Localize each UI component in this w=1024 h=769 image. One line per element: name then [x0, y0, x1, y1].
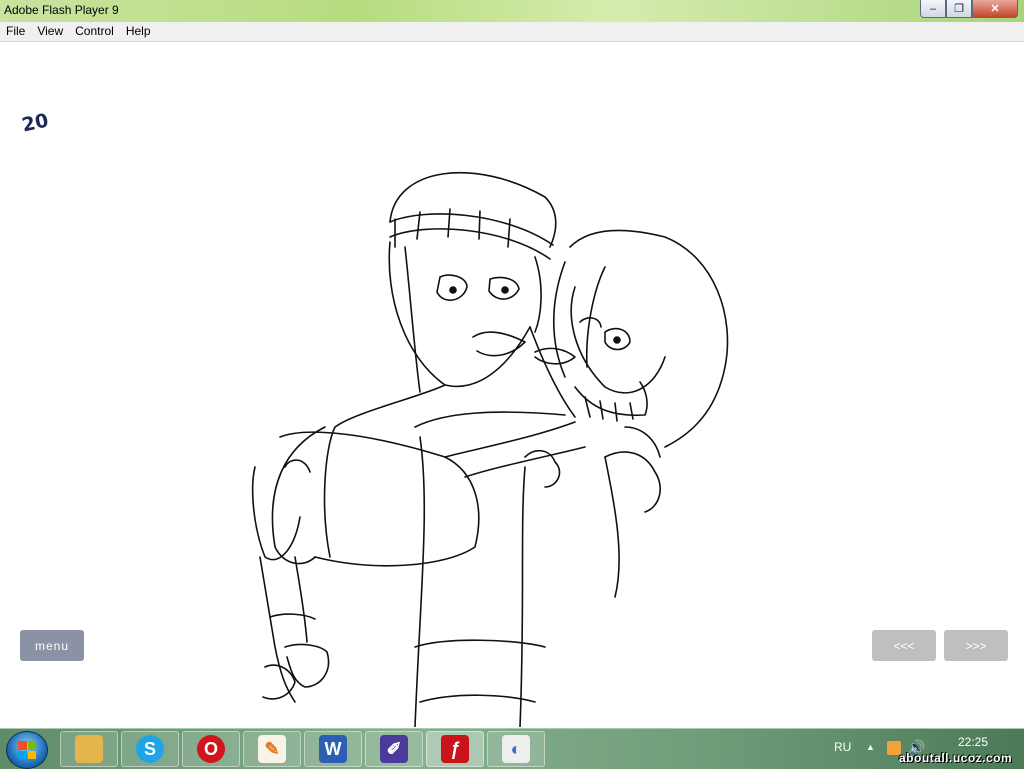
close-button[interactable]: ✕	[972, 0, 1018, 18]
menu-view[interactable]: View	[31, 22, 69, 41]
windows-logo-icon	[18, 741, 36, 759]
taskbar: S O ✎ W ✐ ƒ ◐ RU ▲ 🔊 22:25 aboutall.ucoz…	[0, 728, 1024, 769]
skype-icon: S	[136, 735, 164, 763]
previous-page-button[interactable]: <<<	[872, 630, 936, 661]
show-hidden-icons-icon[interactable]: ▲	[866, 742, 875, 752]
pen-tablet-icon: ✎	[258, 735, 286, 763]
window-controls: – ❐ ✕	[920, 0, 1018, 18]
menu-help[interactable]: Help	[120, 22, 157, 41]
flash-icon: ƒ	[441, 735, 469, 763]
window-title: Adobe Flash Player 9	[4, 3, 119, 17]
palette-icon: ◐	[502, 735, 530, 763]
taskbar-app-opera[interactable]: O	[182, 731, 240, 767]
clock[interactable]: 22:25	[958, 735, 988, 749]
watermark-text: aboutall.ucoz.com	[899, 751, 1013, 765]
menu-bar: File View Control Help	[0, 22, 1024, 42]
taskbar-app-editor[interactable]: ✐	[365, 731, 423, 767]
taskbar-app-flash-player[interactable]: ƒ	[426, 731, 484, 767]
pencil-app-icon: ✐	[380, 735, 408, 763]
start-button[interactable]	[6, 731, 48, 769]
system-tray: RU ▲ 🔊 22:25 aboutall.ucoz.com	[820, 729, 1024, 769]
menu-file[interactable]: File	[0, 22, 31, 41]
maximize-button[interactable]: ❐	[946, 0, 972, 18]
page-number: 20	[20, 109, 51, 137]
sketch-drawing	[251, 171, 729, 727]
taskbar-apps: S O ✎ W ✐ ƒ ◐	[60, 731, 545, 767]
language-indicator[interactable]: RU	[834, 740, 851, 754]
opera-icon: O	[197, 735, 225, 763]
minimize-button[interactable]: –	[920, 0, 946, 18]
taskbar-app-skype[interactable]: S	[121, 731, 179, 767]
taskbar-app-paint[interactable]: ◐	[487, 731, 545, 767]
menu-control[interactable]: Control	[69, 22, 120, 41]
taskbar-app-explorer[interactable]	[60, 731, 118, 767]
word-icon: W	[319, 735, 347, 763]
window-title-bar[interactable]: Adobe Flash Player 9 – ❐ ✕	[0, 0, 1024, 22]
folder-icon	[75, 735, 103, 763]
next-page-button[interactable]: >>>	[944, 630, 1008, 661]
menu-button[interactable]: menu	[20, 630, 84, 661]
taskbar-app-word[interactable]: W	[304, 731, 362, 767]
taskbar-app-paint-tool[interactable]: ✎	[243, 731, 301, 767]
flash-stage[interactable]: 20 menu <<< >>>	[0, 42, 1024, 728]
